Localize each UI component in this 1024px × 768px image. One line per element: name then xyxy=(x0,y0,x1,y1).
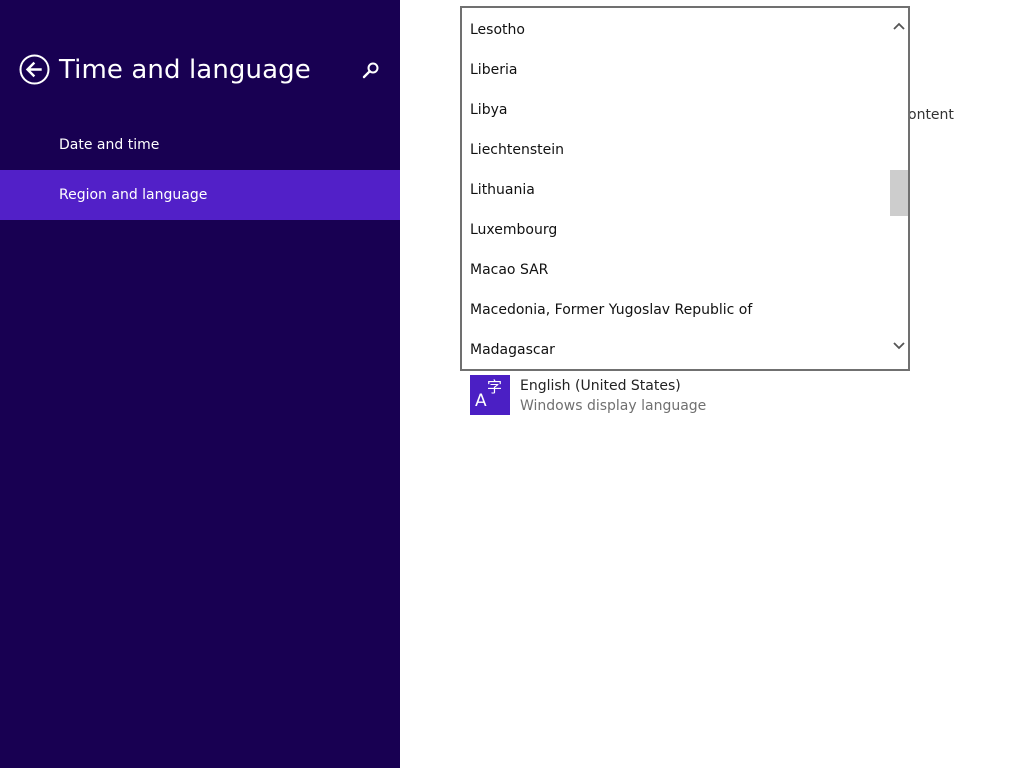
language-list-item[interactable]: A 字 English (United States) Windows disp… xyxy=(470,375,850,419)
country-option[interactable]: Libya xyxy=(462,90,890,130)
navigation-pane: Time and language Date and time Region a… xyxy=(0,0,400,768)
language-icon-glyph-latin: A xyxy=(475,391,487,411)
language-icon-glyph-cjk: 字 xyxy=(487,378,503,396)
country-options: Lesotho Liberia Libya Liechtenstein Lith… xyxy=(462,10,890,369)
back-arrow-circle-icon xyxy=(19,54,50,85)
search-button[interactable] xyxy=(360,60,382,82)
nav-item-date-and-time[interactable]: Date and time xyxy=(0,120,400,170)
content-description-text: ontent xyxy=(908,107,954,123)
nav-item-region-and-language[interactable]: Region and language xyxy=(0,170,400,220)
country-option[interactable]: Lesotho xyxy=(462,10,890,50)
back-button[interactable] xyxy=(19,54,50,85)
country-dropdown-list[interactable]: Lesotho Liberia Libya Liechtenstein Lith… xyxy=(460,6,910,371)
language-icon: A 字 xyxy=(470,375,510,415)
chevron-down-icon xyxy=(893,342,905,350)
chevron-up-icon xyxy=(893,22,905,30)
country-option[interactable]: Lithuania xyxy=(462,170,890,210)
language-subtitle: Windows display language xyxy=(520,398,707,414)
language-name: English (United States) xyxy=(520,378,681,394)
nav-list: Date and time Region and language xyxy=(0,120,400,220)
country-option[interactable]: Luxembourg xyxy=(462,210,890,250)
scrollbar-thumb[interactable] xyxy=(890,170,908,216)
country-option[interactable]: Liberia xyxy=(462,50,890,90)
scroll-up-button[interactable] xyxy=(890,18,908,34)
scroll-down-button[interactable] xyxy=(890,338,908,354)
dropdown-scrollbar[interactable] xyxy=(890,8,908,369)
country-option[interactable]: Macao SAR xyxy=(462,250,890,290)
settings-screen: Time and language Date and time Region a… xyxy=(0,0,1024,768)
country-option[interactable]: Macedonia, Former Yugoslav Republic of xyxy=(462,290,890,330)
page-title: Time and language xyxy=(59,55,311,85)
country-option[interactable]: Madagascar xyxy=(462,330,890,369)
search-icon xyxy=(362,62,379,79)
country-option[interactable]: Liechtenstein xyxy=(462,130,890,170)
